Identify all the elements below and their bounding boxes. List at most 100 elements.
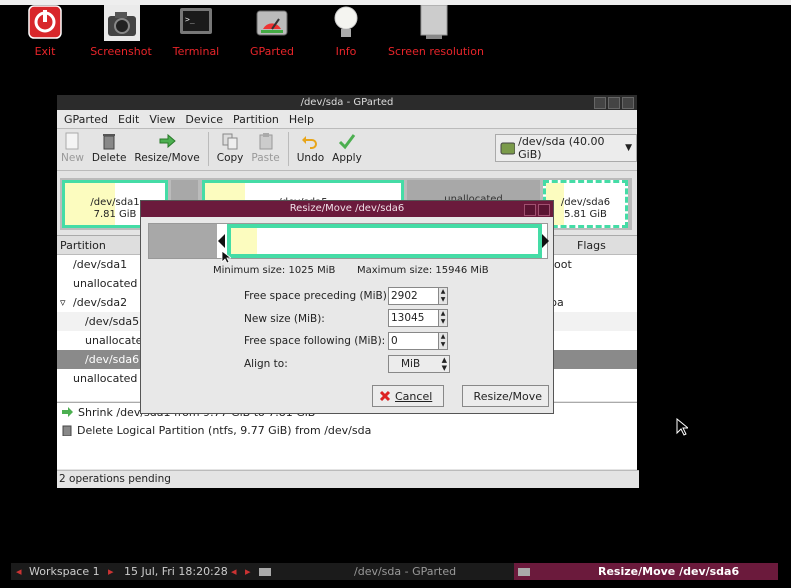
camera-icon [104,5,140,41]
following-label: Free space following (MiB): [244,335,386,347]
dialog-titlebar[interactable]: Resize/Move /dev/sda6 [141,201,553,217]
resize-arrow-icon [62,407,73,417]
cancel-button[interactable]: Cancel [372,385,444,407]
taskbar-task-gparted[interactable]: /dev/sda - GParted [259,563,514,580]
gparted-icon [518,568,530,576]
lightbulb-icon [329,5,363,41]
workspace-prev-icon[interactable]: ◂ [16,563,22,580]
dropdown-arrow-icon: ▼ [625,143,632,153]
left-resize-handle[interactable] [218,234,225,248]
apply-button[interactable]: Apply [332,132,362,164]
expander-icon[interactable]: ▿ [60,296,66,309]
new-button[interactable]: New [61,132,84,164]
resize-move-label: Resize/Move [134,152,200,164]
minimize-icon[interactable] [524,204,536,216]
menu-edit[interactable]: Edit [118,113,139,126]
pointer-cursor-icon [676,418,688,436]
menu-device[interactable]: Device [185,113,223,126]
tasks-prev-icon[interactable]: ◂ [231,563,237,580]
workspace-switcher[interactable]: Workspace 1 [29,563,100,580]
harddisk-icon [500,142,516,155]
device-selector[interactable]: /dev/sda (40.00 GiB) ▼ [495,134,637,162]
workspace-next-icon[interactable]: ▸ [108,563,114,580]
delete-button[interactable]: Delete [92,132,126,164]
apply-label: Apply [332,152,362,164]
row-partition: /dev/sda1 [73,258,128,271]
checkmark-icon [338,132,356,150]
partition-drag-area[interactable] [227,224,542,258]
copy-button[interactable]: Copy [216,132,244,164]
column-flags[interactable]: Flags [577,239,606,252]
close-icon[interactable] [538,204,550,216]
maximize-icon[interactable] [608,97,620,109]
new-icon [63,132,81,150]
copy-label: Copy [216,152,244,164]
right-resize-handle[interactable] [542,234,549,248]
column-partition[interactable]: Partition [60,239,106,252]
svg-text:>_: >_ [185,15,195,24]
paste-button[interactable]: Paste [251,132,280,164]
row-partition: /dev/sda6 [85,353,140,366]
following-value: 0 [391,335,398,347]
power-icon [28,5,62,41]
resize-move-label: Resize/Move [473,389,542,403]
trash-icon [62,425,72,436]
preceding-value: 2902 [391,290,418,302]
combo-arrows-icon: ▲ ▼ [441,356,447,372]
minimize-icon[interactable] [594,97,606,109]
menu-partition[interactable]: Partition [233,113,279,126]
toolbar-separator [207,132,209,166]
pointer-cursor-icon [221,250,231,264]
resize-arrow-icon [158,132,176,150]
following-spinbox[interactable]: 0 ▲ ▼ [388,332,448,350]
toolbar-separator [287,132,289,166]
gparted-titlebar[interactable]: /dev/sda - GParted [57,95,637,110]
disk-partition-sda6[interactable]: /dev/sda6 5.81 GiB [543,180,628,228]
resize-graphic[interactable] [148,223,549,259]
desktop-icon-label: Screen resolution [388,45,484,58]
partition-name: /dev/sda6 [560,197,611,208]
list-item[interactable]: Delete Logical Partition (ntfs, 9.77 GiB… [57,421,637,439]
undo-label: Undo [296,152,325,164]
task-label: Resize/Move /dev/sda6 [598,565,740,578]
menu-help[interactable]: Help [289,113,314,126]
spin-arrows-icon[interactable]: ▲ ▼ [438,310,447,326]
terminal-icon: >_ [179,5,213,41]
max-size-label: Maximum size: 15946 MiB [357,265,489,276]
desktop-icon-screen-resolution[interactable]: Screen resolution [388,4,484,58]
new-size-label: New size (MiB): [244,313,325,325]
resize-move-button[interactable]: Resize/Move [134,132,200,164]
new-size-spinbox[interactable]: 13045 ▲ ▼ [388,309,448,327]
taskbar-task-resize-dialog[interactable]: Resize/Move /dev/sda6 [514,563,778,580]
cancel-label: Cancel [395,389,433,403]
tasks-next-icon[interactable]: ▸ [245,563,251,580]
clock: 15 Jul, Fri 18:20:28 [124,565,228,578]
device-selector-value: /dev/sda (40.00 GiB) [518,135,605,161]
row-partition: unallocated [73,277,138,290]
desktop-icon-info[interactable]: Info [301,5,391,58]
menu-view[interactable]: View [149,113,175,126]
menubar: GParted Edit View Device Partition Help [57,110,637,129]
align-combobox[interactable]: MiB ▲ ▼ [388,355,450,373]
undo-button[interactable]: Undo [297,132,324,164]
resize-move-confirm-button[interactable]: Resize/Move [462,385,549,407]
status-bar: 2 operations pending [57,470,639,488]
toolbar: New Delete Resize/Move Copy Paste Undo A… [57,129,637,171]
monitor-icon [417,4,451,41]
gparted-icon [255,5,289,41]
spin-arrows-icon[interactable]: ▲ ▼ [438,333,447,349]
close-icon[interactable] [622,97,634,109]
gparted-icon [259,568,271,576]
menu-gparted[interactable]: GParted [64,113,108,126]
task-label: /dev/sda - GParted [354,565,457,578]
preceding-spinbox[interactable]: 2902 ▲ ▼ [388,287,448,305]
spin-arrows-icon[interactable]: ▲ ▼ [438,288,447,304]
desktop-icon-label: Info [335,45,357,58]
align-label: Align to: [244,358,288,370]
row-partition: /dev/sda2 [73,296,128,309]
partition-size: 5.81 GiB [564,209,607,220]
new-label: New [61,152,84,164]
operation-text: Delete Logical Partition (ntfs, 9.77 GiB… [77,423,372,437]
resize-arrow-icon [469,390,470,402]
window-title: /dev/sda - GParted [300,97,394,108]
